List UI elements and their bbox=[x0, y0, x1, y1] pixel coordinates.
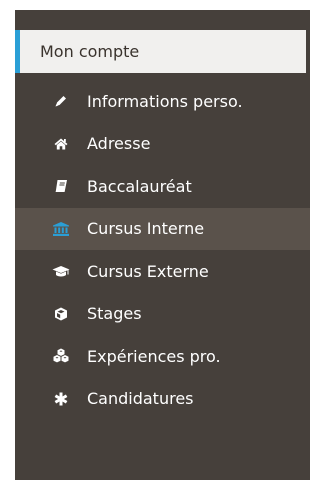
cube-icon bbox=[51, 304, 71, 324]
account-sidebar: Mon compte Informations perso. Adresse B… bbox=[15, 10, 310, 480]
sidebar-item-cursus-externe[interactable]: Cursus Externe bbox=[15, 250, 310, 293]
sidebar-item-label: Baccalauréat bbox=[87, 176, 192, 196]
sidebar-item-label: Expériences pro. bbox=[87, 346, 221, 366]
graduation-cap-icon bbox=[51, 261, 71, 281]
sidebar-header: Mon compte bbox=[15, 30, 306, 73]
sidebar-item-label: Candidatures bbox=[87, 389, 194, 409]
sidebar-item-candidatures[interactable]: Candidatures bbox=[15, 378, 310, 421]
cubes-icon bbox=[51, 346, 71, 366]
sidebar-item-cursus-interne[interactable]: Cursus Interne bbox=[15, 207, 310, 250]
sidebar-item-informations-perso[interactable]: Informations perso. bbox=[15, 80, 310, 123]
sidebar-item-label: Adresse bbox=[87, 134, 151, 154]
book-icon bbox=[51, 176, 71, 196]
sidebar-item-label: Stages bbox=[87, 304, 142, 324]
sidebar-item-experiences-pro[interactable]: Expériences pro. bbox=[15, 335, 310, 378]
sidebar-item-label: Cursus Interne bbox=[87, 219, 205, 239]
asterisk-icon bbox=[51, 389, 71, 409]
pencil-icon bbox=[51, 91, 71, 111]
sidebar-item-adresse[interactable]: Adresse bbox=[15, 123, 310, 166]
institution-icon bbox=[51, 219, 71, 239]
sidebar-item-baccalaureat[interactable]: Baccalauréat bbox=[15, 165, 310, 208]
sidebar-menu: Informations perso. Adresse Baccalauréat… bbox=[15, 80, 310, 420]
home-icon bbox=[51, 134, 71, 154]
sidebar-item-label: Informations perso. bbox=[87, 91, 243, 111]
sidebar-header-title: Mon compte bbox=[40, 42, 140, 61]
sidebar-item-stages[interactable]: Stages bbox=[15, 293, 310, 336]
sidebar-item-label: Cursus Externe bbox=[87, 261, 209, 281]
